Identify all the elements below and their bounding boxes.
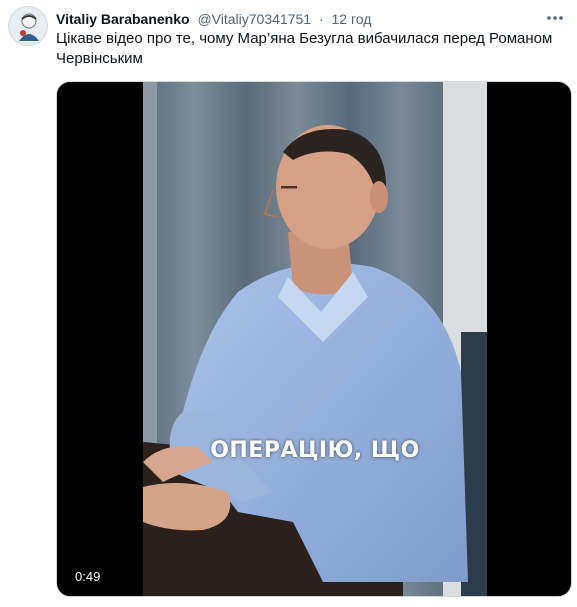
tweet-card: Vitaliy Barabanenko @Vitaliy70341751 · 1… (0, 0, 577, 607)
avatar-image (9, 7, 47, 45)
tweet-text: Цікаве відео про те, чому Мар’яна Безугл… (56, 30, 553, 67)
avatar[interactable] (8, 6, 48, 46)
more-options-button[interactable] (543, 6, 567, 30)
timestamp[interactable]: 12 год (332, 11, 372, 27)
video-player[interactable]: ОПЕРАЦІЮ, ЩО 0:49 (56, 81, 572, 597)
more-horizontal-icon (547, 16, 563, 20)
separator-dot: · (318, 11, 324, 27)
author-name[interactable]: Vitaliy Barabanenko (56, 11, 190, 27)
tweet-header: Vitaliy Barabanenko @Vitaliy70341751 · 1… (56, 9, 566, 29)
video-frame (143, 82, 487, 596)
video-duration: 0:49 (71, 568, 105, 585)
video-caption: ОПЕРАЦІЮ, ЩО (210, 438, 420, 463)
author-handle[interactable]: @Vitaliy70341751 (197, 11, 311, 27)
video-still (143, 82, 487, 596)
